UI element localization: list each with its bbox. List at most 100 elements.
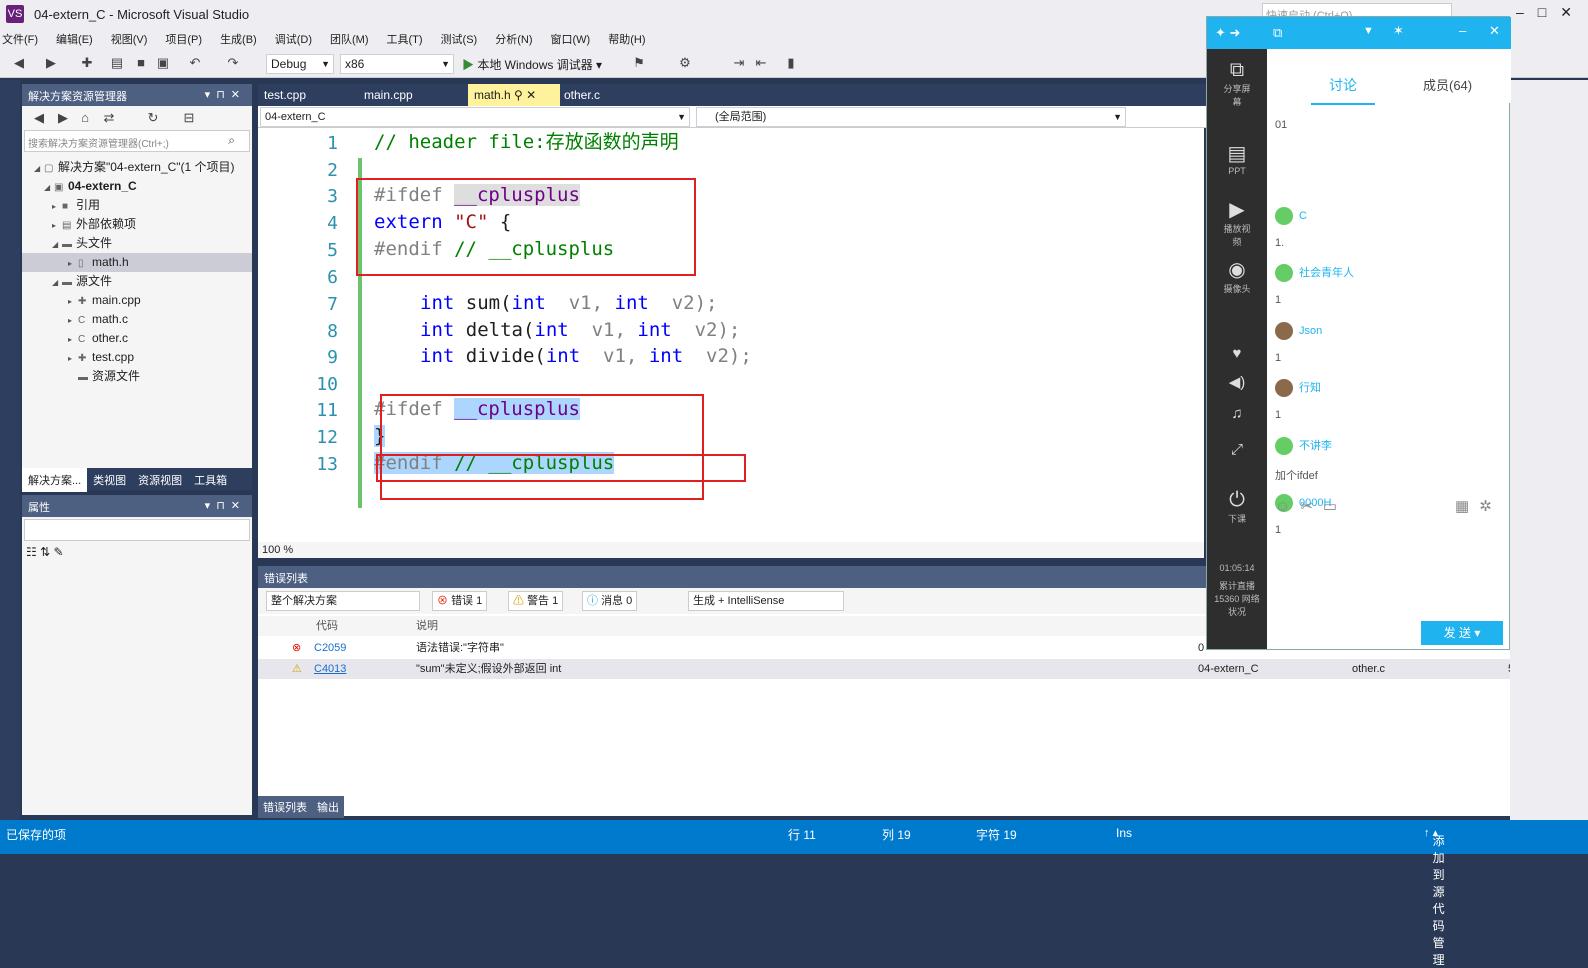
doc-tab[interactable]: test.cpp <box>258 84 312 106</box>
tab-members[interactable]: 成员(64) <box>1423 75 1472 94</box>
sync-icon[interactable]: ⇄ <box>102 111 116 125</box>
tree-item[interactable]: ▸ ■ 引用 <box>52 196 100 215</box>
expand-arrow-icon[interactable]: ◢ <box>34 159 44 178</box>
properties-object-select[interactable] <box>24 519 250 541</box>
doc-tab[interactable]: math.h ⚲ ✕ <box>468 84 560 106</box>
panel-controls[interactable]: ▾⊓✕ <box>205 499 246 512</box>
back-icon[interactable]: ◀ <box>32 111 46 125</box>
sidebar-button[interactable]: ⏻ 下课 <box>1221 489 1253 525</box>
sidebar-button[interactable]: ▶ 播放视频 <box>1221 197 1253 248</box>
panel-tab[interactable]: 资源视图 <box>132 468 188 492</box>
menu-item[interactable]: 文件(F) <box>2 30 38 50</box>
error-panel-tab[interactable]: 错误列表 <box>258 796 312 818</box>
expand-arrow-icon[interactable]: ▸ <box>52 197 62 216</box>
error-row[interactable]: ⚠ C4013 "sum"未定义;假设外部返回 int 04-extern_C othe… <box>258 659 1568 679</box>
volume-icon[interactable]: ◀) <box>1221 373 1253 391</box>
expand-arrow-icon[interactable]: ◢ <box>44 178 54 197</box>
sidebar-button[interactable]: ⧉ 分享屏幕 <box>1221 59 1253 108</box>
window-controls[interactable]: –□✕ <box>1516 4 1586 21</box>
alphabetical-icon[interactable]: ⇅ <box>40 545 50 559</box>
build-icon[interactable]: ⚙ <box>678 56 692 70</box>
error-code[interactable]: C4013 <box>314 659 346 679</box>
pin-icon[interactable]: ⚲ ✕ <box>511 88 536 102</box>
settings-icon[interactable]: ✲ <box>1479 498 1502 515</box>
fullscreen-icon[interactable]: ⤢ <box>1221 441 1253 458</box>
window-icon[interactable]: ⧉ <box>1273 25 1282 41</box>
config-select[interactable]: Debug ▼ <box>266 54 334 74</box>
forward-icon[interactable]: ▶ <box>56 111 70 125</box>
minimize-icon[interactable]: – <box>1459 23 1466 38</box>
scissors-icon[interactable]: ✂ <box>1300 498 1323 515</box>
tree-item[interactable]: ◢ ▬ 头文件 <box>52 234 112 253</box>
panel-tab[interactable]: 解决方案... <box>22 468 88 492</box>
save-all-icon[interactable]: ▣ <box>156 56 170 70</box>
project-nav-select[interactable]: 04-extern_C ▼ <box>260 107 690 127</box>
code-line-1[interactable]: // header file:存放函数的声明 <box>374 131 679 153</box>
expand-arrow-icon[interactable]: ◢ <box>52 235 62 254</box>
expand-arrow-icon[interactable]: ▸ <box>68 311 78 330</box>
expand-arrow-icon[interactable]: ▸ <box>68 349 78 368</box>
forward-icon[interactable]: ▶ <box>44 56 58 70</box>
home-icon[interactable]: ⌂ <box>78 111 92 125</box>
menu-item[interactable]: 团队(M) <box>330 30 369 50</box>
doc-tab[interactable]: main.cpp <box>358 84 419 106</box>
warnings-filter-button[interactable]: ⚠ 警告 1 <box>508 591 564 611</box>
panel-tab[interactable]: 工具箱 <box>188 468 233 492</box>
menu-item[interactable]: 编辑(E) <box>56 30 93 50</box>
open-icon[interactable]: ▤ <box>110 56 124 70</box>
send-button[interactable]: 发 送 ▾ <box>1421 621 1503 645</box>
menu-item[interactable]: 视图(V) <box>111 30 148 50</box>
tree-item[interactable]: ▸ ✚ main.cpp <box>68 291 141 310</box>
collapse-icon[interactable]: ⊟ <box>182 111 196 125</box>
scope-nav-select[interactable]: (全局范围) ▼ <box>696 107 1126 127</box>
sidebar-button[interactable]: ▤ PPT <box>1221 141 1253 176</box>
messages-filter-button[interactable]: ⓘ 消息 0 <box>582 591 638 611</box>
panel-tab[interactable]: 类视图 <box>87 468 132 492</box>
expand-arrow-icon[interactable]: ▸ <box>52 216 62 235</box>
tree-item[interactable]: ▸ ▤ 外部依赖项 <box>52 215 136 234</box>
expand-arrow-icon[interactable]: ▸ <box>68 330 78 349</box>
chevron-down-icon[interactable]: ▼ <box>1363 25 1374 37</box>
tree-item[interactable]: ◢ ▬ 源文件 <box>52 272 112 291</box>
mic-icon[interactable]: ♥ <box>1221 345 1253 362</box>
close-icon[interactable]: ✕ <box>1489 23 1500 39</box>
attach-icon[interactable]: ⚑ <box>632 56 646 70</box>
error-panel-tab[interactable]: 输出 <box>312 796 344 818</box>
build-filter-select[interactable]: 生成 + IntelliSense <box>688 591 844 611</box>
platform-select[interactable]: x86 ▼ <box>340 54 454 74</box>
code-line-8[interactable]: int delta(int v1, int v2); <box>420 319 740 341</box>
menu-item[interactable]: 生成(B) <box>220 30 257 50</box>
redo-icon[interactable]: ↷ <box>226 56 240 70</box>
menu-item[interactable]: 测试(S) <box>441 30 478 50</box>
image-icon[interactable]: ▭ <box>1323 498 1347 515</box>
menu-item[interactable]: 工具(T) <box>387 30 423 50</box>
expand-arrow-icon[interactable]: ▸ <box>68 292 78 311</box>
doc-tab[interactable]: other.c <box>558 84 606 106</box>
save-icon[interactable]: ■ <box>134 56 148 70</box>
solution-search-input[interactable]: 搜索解决方案资源管理器(Ctrl+;) ⌕ <box>24 130 250 152</box>
zoom-level[interactable]: 100 % <box>258 542 297 558</box>
col-desc[interactable]: 说明 <box>416 616 438 636</box>
property-pages-icon[interactable]: ✎ <box>54 545 64 559</box>
scope-select[interactable]: 整个解决方案 <box>266 591 420 611</box>
sidebar-button[interactable]: ◉ 摄像头 <box>1221 257 1253 295</box>
tree-item[interactable]: ▬ 资源文件 <box>68 367 140 386</box>
code-line-9[interactable]: int divide(int v1, int v2); <box>420 345 752 367</box>
tree-item[interactable]: ◢ ▢ 解决方案"04-extern_C"(1 个项目) <box>34 158 235 177</box>
source-control-button[interactable]: ↑ 添加到源代码管理 ▴ <box>1424 826 1445 967</box>
tree-item[interactable]: ▸ ▯ math.h <box>22 253 252 272</box>
share-icon[interactable]: ✦ ➜ <box>1215 25 1240 41</box>
run-button[interactable]: ▶ 本地 Windows 调试器 ▾ <box>462 56 602 73</box>
outdent-icon[interactable]: ⇤ <box>754 56 768 70</box>
expand-arrow-icon[interactable]: ▸ <box>68 254 78 273</box>
errors-filter-button[interactable]: ⊗ 错误 1 <box>432 591 488 611</box>
menu-item[interactable]: 分析(N) <box>495 30 532 50</box>
back-icon[interactable]: ◀ <box>12 56 26 70</box>
menu-item[interactable]: 帮助(H) <box>608 30 645 50</box>
error-code[interactable]: C2059 <box>314 638 346 658</box>
code-editor[interactable]: 1 2 3 4 5 6 7 8 9 10 11 12 13 // header file:存放函数的声明… <box>258 128 1204 542</box>
panel-controls[interactable]: ▾⊓✕ <box>205 88 246 101</box>
tree-item[interactable]: ▸ ✚ test.cpp <box>68 348 134 367</box>
pin-icon[interactable]: ✶ <box>1393 23 1404 39</box>
menu-item[interactable]: 项目(P) <box>165 30 202 50</box>
